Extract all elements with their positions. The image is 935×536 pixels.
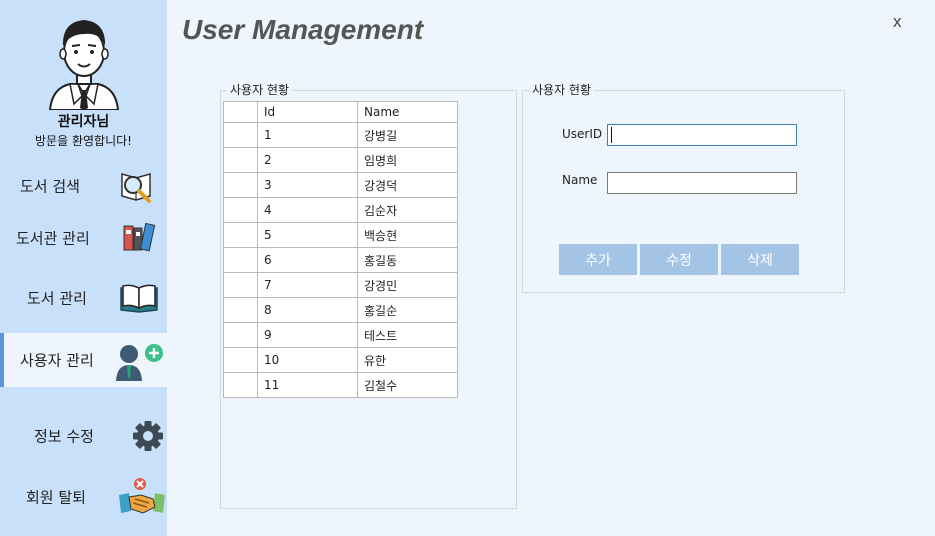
cell-id[interactable]: 10 xyxy=(257,347,358,373)
user-table[interactable]: Id Name 1 강병길 2 임명희 3 강경덕 4 김순자 5 백승현 6 홍길동 7강… xyxy=(223,101,458,398)
cell-name[interactable]: 김철수 xyxy=(357,372,458,398)
page-title: User Management xyxy=(182,14,424,45)
userid-input[interactable] xyxy=(607,124,797,146)
cell-id[interactable]: 6 xyxy=(257,247,358,273)
row-header[interactable] xyxy=(223,172,258,198)
cell-id[interactable]: 5 xyxy=(257,222,358,248)
sidebar-item-user-manage[interactable]: 사용자 관리 xyxy=(0,333,167,387)
row-header[interactable] xyxy=(223,297,258,323)
delete-button[interactable]: 삭제 xyxy=(721,244,799,275)
table-row[interactable]: 9 테스트 xyxy=(223,322,458,348)
sidebar-item-label: 도서 검색 xyxy=(20,177,80,196)
table-row[interactable]: 3 강경덕 xyxy=(223,172,458,198)
column-header-name[interactable]: Name xyxy=(357,101,458,123)
table-row[interactable]: 2 임명희 xyxy=(223,147,458,173)
table-row[interactable]: 5 백승현 xyxy=(223,222,458,248)
text-caret xyxy=(611,127,612,143)
sidebar-item-label: 도서 관리 xyxy=(27,289,87,308)
user-list-group: 사용자 현황 Id Name 1 강병길 2 임명희 3 강경덕 4 김순자 5 백승현 … xyxy=(220,81,517,509)
cell-name[interactable]: 홍길동 xyxy=(357,247,458,273)
cell-name[interactable]: 홍길순 xyxy=(357,297,458,323)
user-list-group-title: 사용자 현황 xyxy=(227,81,293,98)
sidebar-item-label: 회원 탈퇴 xyxy=(26,488,86,507)
row-header[interactable] xyxy=(223,247,258,273)
sidebar-item-label: 정보 수정 xyxy=(34,427,94,446)
table-row[interactable]: 7 강경민 xyxy=(223,272,458,298)
cell-name[interactable]: 백승현 xyxy=(357,222,458,248)
cell-name[interactable]: 강경민 xyxy=(357,272,458,298)
table-row[interactable]: 4 김순자 xyxy=(223,197,458,223)
open-book-icon xyxy=(119,278,159,318)
row-header[interactable] xyxy=(223,347,258,373)
edit-button[interactable]: 수정 xyxy=(640,244,718,275)
sidebar-item-label: 도서관 관리 xyxy=(16,229,90,248)
sidebar: 관리자님 방문을 환영합니다! 도서 검색 도서관 관리 도서 관리 사용자 관… xyxy=(0,0,167,536)
cell-name[interactable]: 테스트 xyxy=(357,322,458,348)
sidebar-item-book-manage[interactable]: 도서 관리 xyxy=(0,271,167,325)
name-label: Name xyxy=(562,173,598,187)
cell-id[interactable]: 9 xyxy=(257,322,358,348)
sidebar-item-label: 사용자 관리 xyxy=(20,351,94,370)
row-header[interactable] xyxy=(223,322,258,348)
table-header-row: Id Name xyxy=(223,101,458,123)
sidebar-item-library-manage[interactable]: 도서관 관리 xyxy=(0,211,167,265)
table-row[interactable]: 8 홍길순 xyxy=(223,297,458,323)
cell-id[interactable]: 8 xyxy=(257,297,358,323)
cell-name[interactable]: 김순자 xyxy=(357,197,458,223)
add-user-icon xyxy=(113,341,165,381)
name-input[interactable] xyxy=(607,172,797,194)
cell-id[interactable]: 7 xyxy=(257,272,358,298)
welcome-message: 방문을 환영합니다! xyxy=(35,134,132,148)
cell-id[interactable]: 3 xyxy=(257,172,358,198)
row-header[interactable] xyxy=(223,147,258,173)
table-row[interactable]: 11 김철수 xyxy=(223,372,458,398)
cell-name[interactable]: 유한 xyxy=(357,347,458,373)
table-row[interactable]: 10 유한 xyxy=(223,347,458,373)
table-row[interactable]: 1 강병길 xyxy=(223,122,458,148)
add-button[interactable]: 추가 xyxy=(559,244,637,275)
sidebar-item-edit-info[interactable]: 정보 수정 xyxy=(0,409,167,463)
cell-name[interactable]: 임명희 xyxy=(357,147,458,173)
row-header[interactable] xyxy=(223,122,258,148)
userid-label: UserID xyxy=(562,127,603,141)
cell-name[interactable]: 강병길 xyxy=(357,122,458,148)
table-row[interactable]: 6 홍길동 xyxy=(223,247,458,273)
cell-id[interactable]: 4 xyxy=(257,197,358,223)
sidebar-item-withdraw[interactable]: 회원 탈퇴 xyxy=(0,470,167,524)
row-header[interactable] xyxy=(223,372,258,398)
admin-name: 관리자님 xyxy=(57,114,110,130)
magnifier-book-icon xyxy=(116,166,156,206)
row-header[interactable] xyxy=(223,272,258,298)
cell-id[interactable]: 11 xyxy=(257,372,358,398)
close-button[interactable]: x xyxy=(893,12,902,32)
cell-name[interactable]: 강경덕 xyxy=(357,172,458,198)
handshake-remove-icon xyxy=(119,477,165,517)
row-header[interactable] xyxy=(223,197,258,223)
cell-id[interactable]: 2 xyxy=(257,147,358,173)
sidebar-item-book-search[interactable]: 도서 검색 xyxy=(0,159,167,213)
row-header-corner[interactable] xyxy=(223,101,258,123)
admin-avatar xyxy=(48,14,120,111)
row-header[interactable] xyxy=(223,222,258,248)
binders-icon xyxy=(120,218,160,258)
gear-icon xyxy=(128,416,168,456)
user-form-group-title: 사용자 현황 xyxy=(529,81,595,98)
column-header-id[interactable]: Id xyxy=(257,101,358,123)
cell-id[interactable]: 1 xyxy=(257,122,358,148)
